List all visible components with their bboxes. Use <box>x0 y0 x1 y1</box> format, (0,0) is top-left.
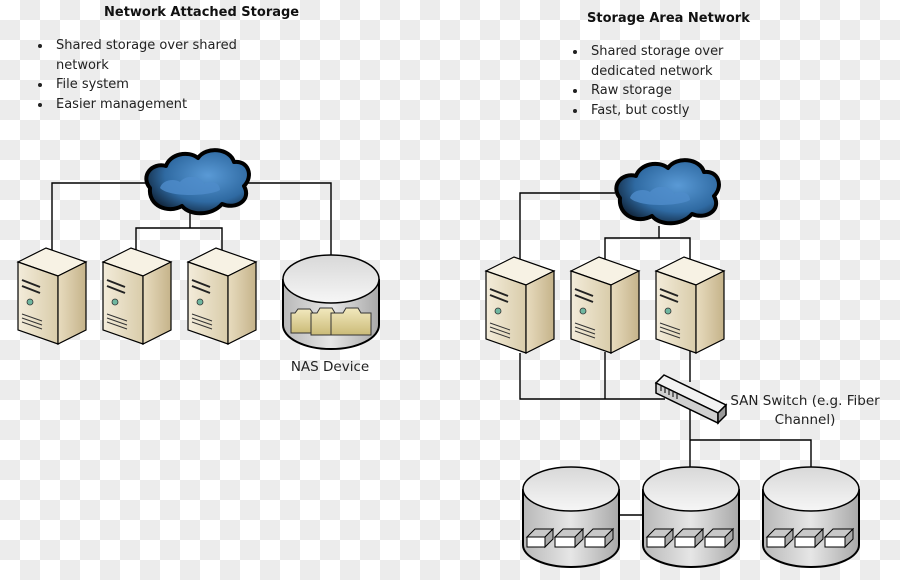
storage-disk-icon <box>522 466 620 568</box>
diagram-canvas <box>17 148 860 568</box>
network-cloud-icon <box>144 148 251 216</box>
server-icon <box>17 247 87 345</box>
server-icon <box>102 247 172 345</box>
san-switch-icon <box>654 374 728 425</box>
server-icon <box>187 247 257 345</box>
nas-device-icon <box>282 254 380 350</box>
server-icon <box>655 256 725 354</box>
server-icon <box>570 256 640 354</box>
folder-icon <box>290 307 372 336</box>
network-cloud-icon <box>614 158 721 226</box>
storage-disk-icon <box>762 466 860 568</box>
server-icon <box>485 256 555 354</box>
storage-disk-icon <box>642 466 740 568</box>
